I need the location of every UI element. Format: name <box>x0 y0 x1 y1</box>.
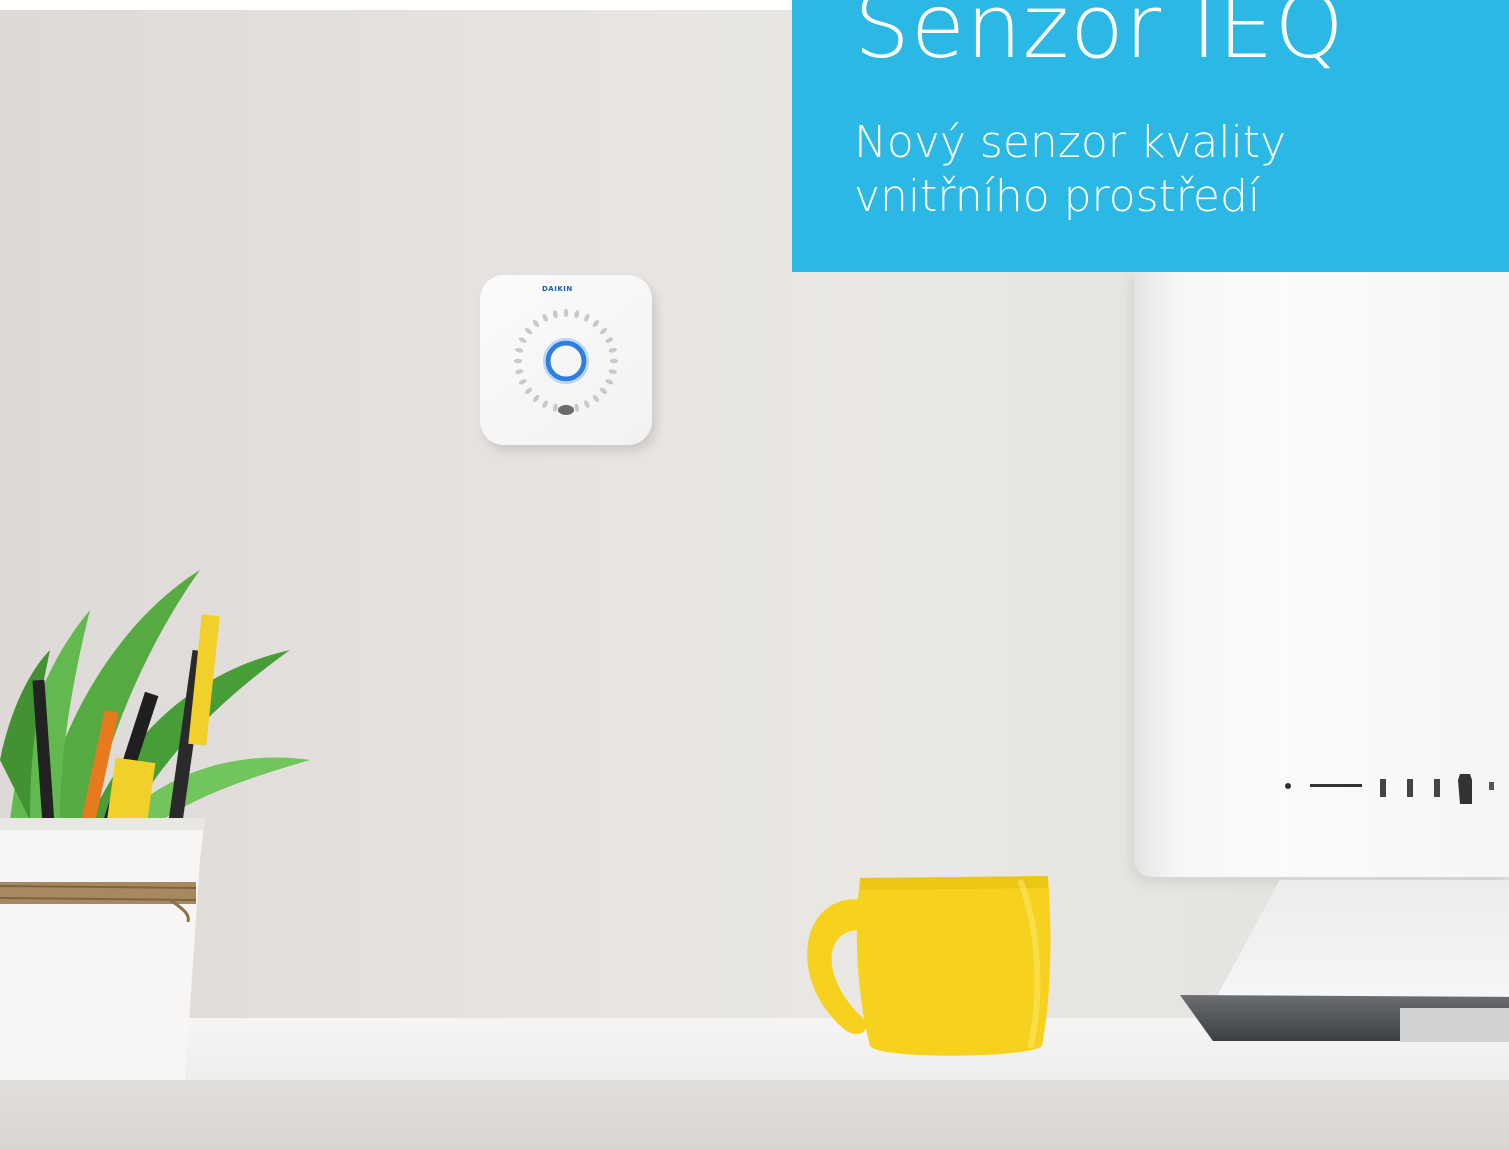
keyboard-edge <box>1400 1008 1509 1042</box>
sensor-vent-slot <box>542 400 548 409</box>
monitor-ports <box>1285 774 1494 804</box>
page-title: Senzor IEQ <box>854 0 1345 78</box>
sensor-button <box>558 405 574 415</box>
sensor-face <box>513 308 619 415</box>
sensor-vent-slot <box>584 313 590 322</box>
sensor-vent-slot <box>532 319 540 328</box>
sensor-vent-slot <box>574 403 580 412</box>
sensor-vent-slot <box>599 387 608 395</box>
sensor-vent-slot <box>592 394 600 403</box>
sensor-vent-slot <box>609 358 619 364</box>
sensor-vent-slot <box>592 319 600 328</box>
sensor-vent-slot <box>608 347 617 353</box>
sensor-vent-slot <box>542 313 548 322</box>
sensor-vent-slot <box>574 310 580 319</box>
sensor-vent-slot <box>515 347 524 353</box>
title-panel: Senzor IEQ Nový senzor kvality vnitřního… <box>792 0 1509 272</box>
sensor-vent-slot <box>584 400 590 409</box>
sensor-vent-slot <box>524 387 533 395</box>
shelf-front <box>0 1080 1509 1149</box>
sensor-vent-slot <box>563 308 569 318</box>
ieq-sensor-device: DAIKIN <box>480 275 652 445</box>
sensor-vent-slot <box>552 403 558 412</box>
page-subtitle: Nový senzor kvality vnitřního prostředí <box>854 117 1287 222</box>
plant-pot-with-pencils <box>0 570 310 1080</box>
sensor-light-ring <box>545 340 587 382</box>
sensor-vent-slot <box>608 369 617 375</box>
sensor-vent-slot <box>605 379 614 385</box>
sensor-vent-slot <box>518 337 527 343</box>
sensor-vent-slot <box>532 394 540 403</box>
yellow-mug <box>807 876 1051 1056</box>
sensor-vent-slot <box>518 379 527 385</box>
sensor-vent-slot <box>524 327 533 335</box>
monitor <box>1134 272 1509 877</box>
sensor-vent-slot <box>513 358 523 364</box>
sensor-vent-slot <box>515 369 524 375</box>
sensor-vent-slot <box>552 310 558 319</box>
photo-scene: DAIKIN Senzor IEQ Nový senzor kvality vn… <box>0 0 1509 1149</box>
sensor-vent-slot <box>599 327 608 335</box>
sensor-vent-slot <box>605 337 614 343</box>
